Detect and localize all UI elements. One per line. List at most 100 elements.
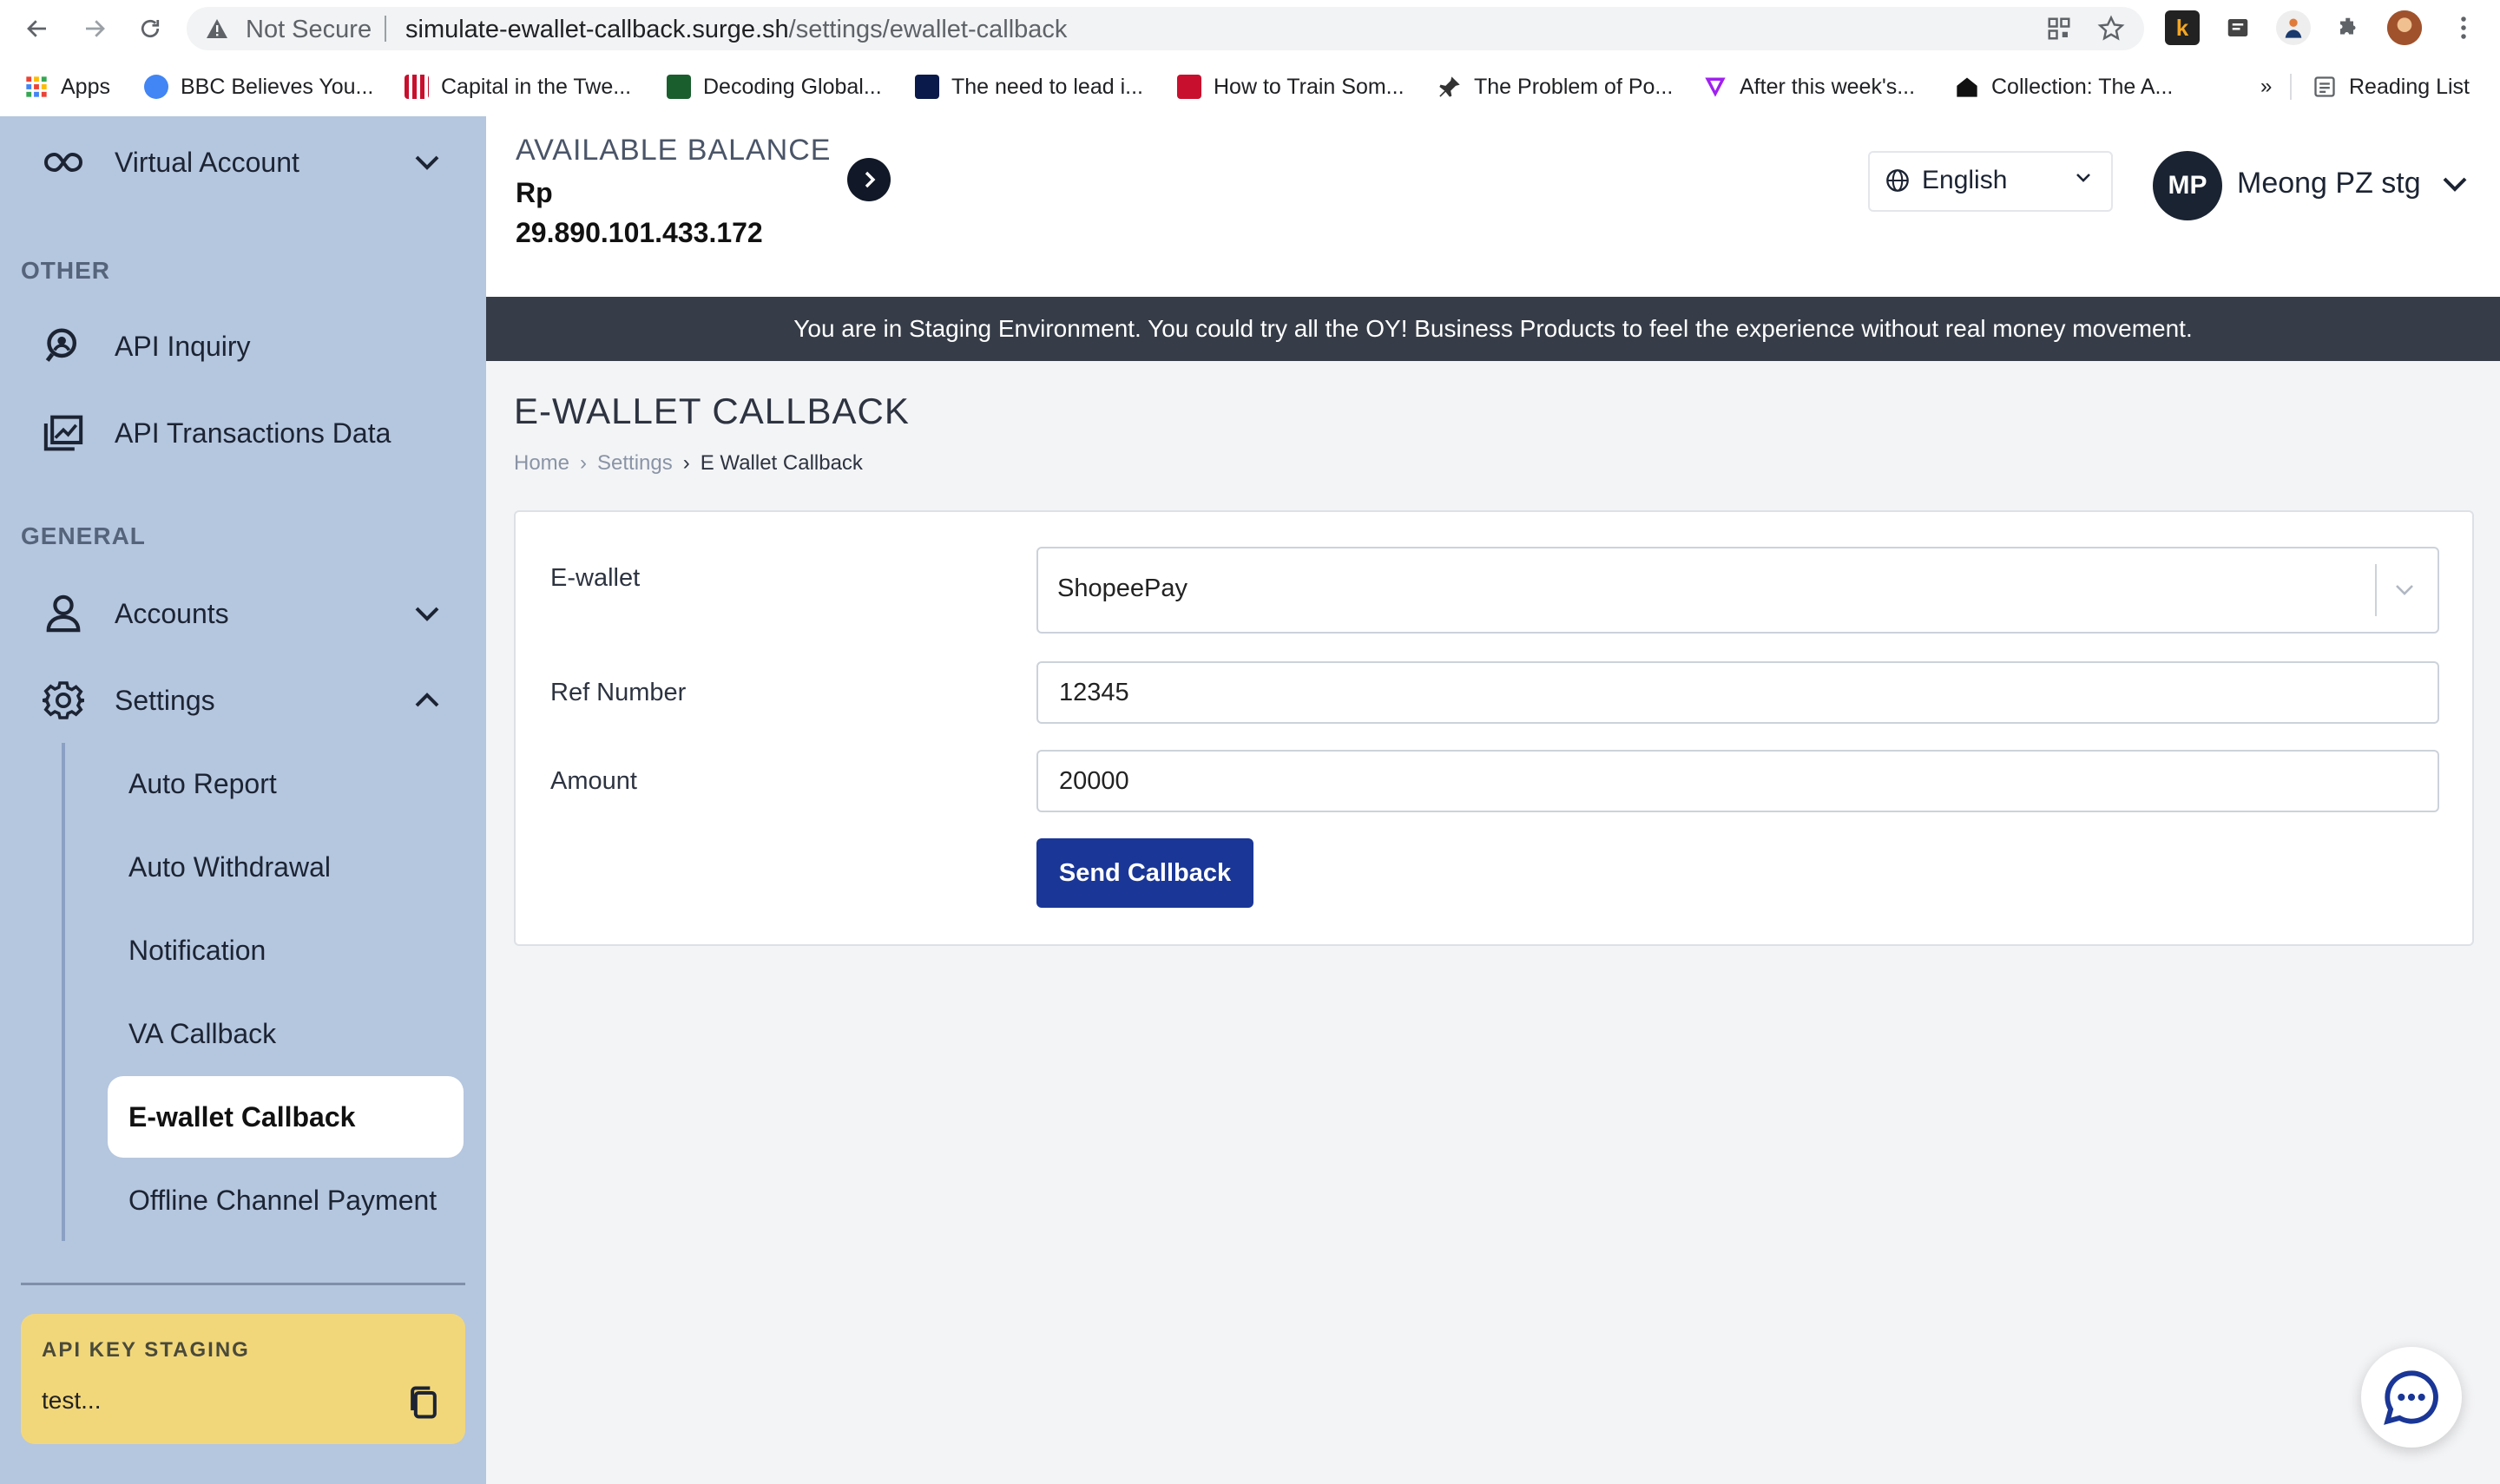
extensions-puzzle-icon[interactable] <box>2332 10 2366 45</box>
sidebar-item-label: Settings <box>115 684 215 716</box>
bookmark-bbc[interactable]: BBC Believes You... <box>144 71 373 102</box>
bbc-favicon-icon <box>144 75 168 99</box>
reading-list-button[interactable]: Reading List <box>2312 71 2470 102</box>
bookmark-label: After this week's... <box>1740 74 1916 99</box>
bookmark-label: Collection: The A... <box>1991 74 2174 99</box>
subitem-label: Offline Channel Payment <box>128 1184 438 1216</box>
sidebar-item-accounts[interactable]: Accounts <box>0 576 486 651</box>
send-callback-button[interactable]: Send Callback <box>1036 838 1253 908</box>
extension-reader-icon[interactable] <box>2220 10 2255 45</box>
breadcrumb-separator: › <box>580 451 588 475</box>
capital-favicon-icon <box>405 75 429 99</box>
breadcrumb-settings[interactable]: Settings <box>597 451 673 476</box>
avatar[interactable]: MP <box>2153 151 2222 220</box>
language-select[interactable]: English <box>1868 151 2113 212</box>
bookmark-capital[interactable]: Capital in the Twe... <box>405 71 631 102</box>
breadcrumb: Home › Settings › E Wallet Callback <box>514 451 863 476</box>
extension-person-icon[interactable] <box>2276 10 2311 45</box>
sidebar-subitem-va-callback[interactable]: VA Callback <box>108 993 464 1074</box>
user-name[interactable]: Meong PZ stg <box>2237 167 2421 200</box>
bookmarks-overflow-button[interactable]: » <box>2260 71 2272 102</box>
browser-menu-icon[interactable] <box>2446 10 2481 45</box>
extension-k-icon[interactable]: k <box>2165 10 2200 45</box>
ref-number-value: 12345 <box>1059 679 1129 706</box>
house-favicon-icon <box>1955 75 1979 99</box>
bookmark-label: The need to lead i... <box>951 74 1143 99</box>
ewallet-field-label: E-wallet <box>550 564 641 592</box>
omnibox-separator <box>385 16 386 42</box>
bookmark-label: Apps <box>61 74 110 99</box>
sidebar-item-api-inquiry[interactable]: API Inquiry <box>0 309 486 384</box>
api-key-card: API KEY STAGING test... <box>21 1314 465 1444</box>
subitem-label: VA Callback <box>128 1017 277 1049</box>
settings-submenu-line <box>62 743 65 1241</box>
sidebar-subitem-auto-withdrawal[interactable]: Auto Withdrawal <box>108 826 464 908</box>
bookmark-after-this-week[interactable]: After this week's... <box>1703 71 1915 102</box>
address-bar[interactable]: Not Secure simulate-ewallet-callback.sur… <box>187 7 2144 50</box>
reading-list-label: Reading List <box>2349 74 2470 99</box>
sidebar-item-api-transactions[interactable]: API Transactions Data <box>0 396 486 470</box>
breadcrumb-home[interactable]: Home <box>514 451 569 476</box>
sidebar-item-settings[interactable]: Settings <box>0 663 486 738</box>
reading-list-icon <box>2312 75 2337 99</box>
sidebar-item-label: API Transactions Data <box>115 417 391 449</box>
bookmark-label: How to Train Som... <box>1214 74 1405 99</box>
chart-image-icon <box>39 409 88 457</box>
bcg-favicon-icon <box>667 75 691 99</box>
bookmark-collection[interactable]: Collection: The A... <box>1955 71 2173 102</box>
url-text[interactable]: simulate-ewallet-callback.surge.sh/setti… <box>405 16 1067 44</box>
apps-grid-icon <box>24 75 49 99</box>
chevron-down-icon[interactable] <box>408 143 446 181</box>
balance-details-button[interactable] <box>847 158 891 201</box>
sidebar-item-virtual-account[interactable]: Virtual Account <box>0 125 486 200</box>
chevron-down-icon[interactable] <box>2387 573 2422 607</box>
sidebar-subitem-offline-channel-payment[interactable]: Offline Channel Payment <box>108 1159 464 1241</box>
bookmark-apps[interactable]: Apps <box>24 71 110 102</box>
reload-icon[interactable] <box>132 10 168 47</box>
chevron-down-icon[interactable] <box>2436 165 2474 203</box>
security-label[interactable]: Not Secure <box>246 16 372 44</box>
top-header: AVAILABLE BALANCE Rp 29.890.101.433.172 … <box>486 116 2500 297</box>
chat-support-button[interactable] <box>2361 1347 2462 1448</box>
qr-code-icon[interactable] <box>2044 14 2074 43</box>
chevron-right-icon <box>865 171 876 188</box>
sidebar-item-label: Accounts <box>115 597 229 629</box>
amount-field[interactable]: 20000 <box>1036 750 2439 812</box>
sidebar-subitem-ewallet-callback[interactable]: E-wallet Callback <box>108 1076 464 1158</box>
warning-icon <box>206 18 228 43</box>
bookmark-problem[interactable]: The Problem of Po... <box>1438 71 1673 102</box>
bookmark-how-to-train[interactable]: How to Train Som... <box>1177 71 1405 102</box>
ref-number-label: Ref Number <box>550 679 687 706</box>
back-icon[interactable] <box>19 10 56 47</box>
bookmark-star-icon[interactable] <box>2096 14 2126 43</box>
subitem-label: E-wallet Callback <box>128 1100 356 1133</box>
sidebar-item-label: Virtual Account <box>115 146 299 178</box>
chevron-up-icon[interactable] <box>408 681 446 719</box>
ewallet-select-value: ShopeePay <box>1057 575 1188 602</box>
breadcrumb-current: E Wallet Callback <box>700 451 863 475</box>
ref-number-field[interactable]: 12345 <box>1036 661 2439 724</box>
pin-favicon-icon <box>1438 75 1462 99</box>
hbr-favicon-icon <box>1177 75 1201 99</box>
balance-amount: 29.890.101.433.172 <box>516 217 763 248</box>
profile-avatar-icon[interactable] <box>2387 10 2422 45</box>
api-key-value: test... <box>42 1387 102 1414</box>
globe-icon <box>1885 168 1910 197</box>
sidebar-subitem-notification[interactable]: Notification <box>108 909 464 991</box>
copy-icon[interactable] <box>405 1383 443 1422</box>
balance-label: AVAILABLE BALANCE <box>516 134 832 167</box>
sidebar-subitem-auto-report[interactable]: Auto Report <box>108 743 464 824</box>
url-path: /settings/ewallet-callback <box>788 16 1068 43</box>
bookmarks-bar: Apps BBC Believes You... Capital in the … <box>0 57 2500 118</box>
ewallet-select[interactable]: ShopeePay <box>1036 547 2439 634</box>
ewallet-callback-form: E-wallet ShopeePay Ref Number 12345 Amou… <box>514 510 2474 946</box>
api-key-title: API KEY STAGING <box>42 1338 250 1362</box>
bookmark-need-to-lead[interactable]: The need to lead i... <box>915 71 1143 102</box>
gear-icon <box>39 676 88 725</box>
forward-icon[interactable] <box>76 10 113 47</box>
browser-toolbar: Not Secure simulate-ewallet-callback.sur… <box>0 0 2500 57</box>
staging-banner: You are in Staging Environment. You coul… <box>486 297 2500 361</box>
amount-value: 20000 <box>1059 767 1129 795</box>
chevron-down-icon[interactable] <box>408 594 446 633</box>
bookmark-decoding[interactable]: Decoding Global... <box>667 71 882 102</box>
